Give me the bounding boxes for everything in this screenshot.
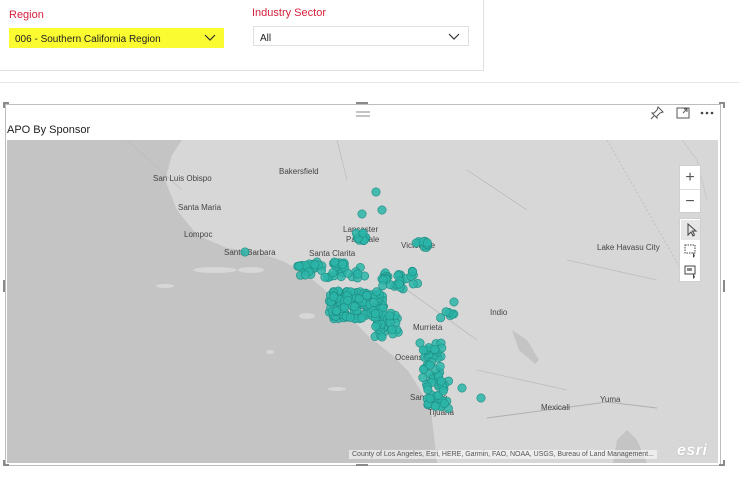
sponsor-marker[interactable]: [408, 267, 418, 277]
map-canvas[interactable]: Bakersfield San Luis Obispo Santa Maria …: [7, 140, 718, 463]
sponsor-marker[interactable]: [438, 386, 448, 396]
sponsor-marker[interactable]: [394, 279, 404, 289]
sponsor-marker[interactable]: [377, 205, 387, 215]
sponsor-marker[interactable]: [425, 360, 435, 370]
sponsor-marker[interactable]: [345, 313, 355, 323]
focus-mode-icon[interactable]: [675, 105, 691, 121]
resize-handle-right[interactable]: [723, 280, 725, 292]
lasso-select-icon[interactable]: [681, 262, 700, 282]
sponsor-marker-layer[interactable]: [7, 140, 718, 463]
sponsor-marker[interactable]: [343, 295, 353, 305]
region-dropdown-value: 006 - Southern California Region: [15, 34, 161, 45]
sponsor-marker[interactable]: [436, 376, 446, 386]
sponsor-marker[interactable]: [343, 268, 353, 278]
visual-title: APO By Sponsor: [7, 124, 91, 136]
resize-handle-bottom-right-v[interactable]: [723, 460, 725, 466]
resize-handle-bottom[interactable]: [356, 464, 368, 466]
pointer-select-icon[interactable]: [681, 220, 700, 240]
sponsor-marker[interactable]: [377, 332, 387, 342]
sponsor-marker[interactable]: [357, 313, 367, 323]
sponsor-marker[interactable]: [358, 228, 368, 238]
sponsor-marker[interactable]: [349, 302, 359, 312]
industry-slicer-label: Industry Sector: [252, 7, 326, 19]
region-slicer-label: Region: [9, 9, 44, 21]
sponsor-marker[interactable]: [353, 269, 363, 279]
drag-grip-icon[interactable]: [355, 106, 371, 122]
industry-dropdown-value: All: [260, 33, 272, 44]
zoom-in-button[interactable]: +: [680, 166, 700, 189]
sponsor-marker[interactable]: [441, 307, 451, 317]
sponsor-marker[interactable]: [418, 345, 428, 355]
sponsor-marker[interactable]: [371, 187, 381, 197]
sponsor-marker[interactable]: [328, 268, 338, 278]
zoom-out-button[interactable]: −: [680, 189, 700, 213]
sponsor-marker[interactable]: [422, 238, 432, 248]
sponsor-marker[interactable]: [449, 297, 459, 307]
sponsor-marker[interactable]: [331, 306, 341, 316]
selection-toolbar: [679, 218, 701, 282]
rectangle-select-icon[interactable]: [681, 241, 700, 261]
sponsor-marker[interactable]: [385, 311, 395, 321]
sponsor-marker[interactable]: [300, 270, 310, 280]
zoom-control: + −: [679, 165, 701, 213]
sponsor-marker[interactable]: [430, 344, 440, 354]
sponsor-marker[interactable]: [294, 261, 304, 271]
region-dropdown[interactable]: 006 - Southern California Region: [9, 28, 224, 48]
resize-handle-top-left-v[interactable]: [3, 102, 5, 108]
sponsor-marker[interactable]: [370, 309, 380, 319]
page-divider: [0, 82, 740, 83]
sponsor-marker[interactable]: [320, 272, 330, 282]
more-options-icon[interactable]: [699, 105, 715, 121]
sponsor-marker[interactable]: [457, 383, 467, 393]
sponsor-marker[interactable]: [435, 361, 445, 371]
sponsor-marker[interactable]: [357, 209, 367, 219]
sponsor-marker[interactable]: [329, 257, 339, 267]
sponsor-marker[interactable]: [371, 322, 381, 332]
resize-handle-bottom-left-v[interactable]: [3, 460, 5, 466]
map-attribution: County of Los Angeles, Esri, HERE, Garmi…: [349, 450, 657, 459]
sponsor-marker[interactable]: [430, 401, 440, 411]
sponsor-marker[interactable]: [378, 281, 388, 291]
sponsor-marker[interactable]: [354, 294, 364, 304]
sponsor-marker[interactable]: [425, 393, 435, 403]
sponsor-marker[interactable]: [439, 398, 449, 408]
sponsor-marker[interactable]: [423, 385, 433, 395]
industry-dropdown[interactable]: All: [253, 26, 469, 46]
chevron-down-icon: [204, 34, 216, 41]
sponsor-marker[interactable]: [240, 247, 250, 257]
resize-handle-left[interactable]: [3, 280, 5, 292]
sponsor-marker[interactable]: [476, 393, 486, 403]
sponsor-marker[interactable]: [329, 292, 339, 302]
sponsor-marker[interactable]: [408, 279, 418, 289]
resize-handle-top-right-v[interactable]: [723, 102, 725, 108]
resize-handle-top[interactable]: [356, 102, 368, 104]
sponsor-marker[interactable]: [310, 260, 320, 270]
sponsor-marker[interactable]: [369, 298, 379, 308]
sponsor-marker[interactable]: [338, 259, 348, 269]
pin-icon[interactable]: [649, 105, 665, 121]
sponsor-marker[interactable]: [387, 325, 397, 335]
esri-logo: esri: [677, 442, 708, 459]
chevron-down-icon: [448, 33, 460, 40]
